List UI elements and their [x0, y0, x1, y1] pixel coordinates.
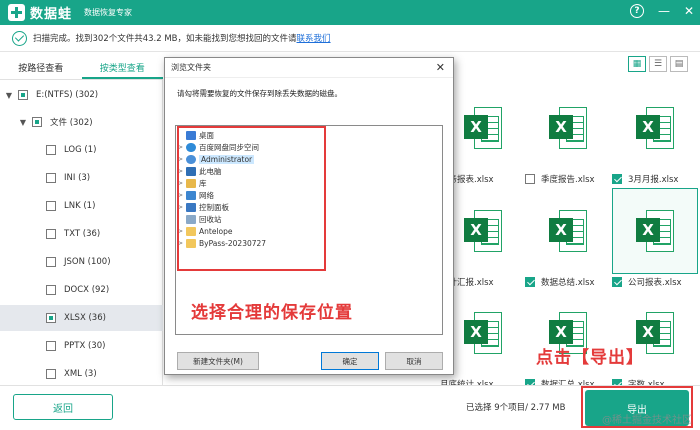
- scan-status-message: 扫描完成。找到302个文件共43.2 MB，如未能找到您想找回的文件请: [33, 34, 297, 44]
- back-button[interactable]: 返回: [13, 394, 113, 420]
- file-item[interactable]: X 3月月报.xlsx: [612, 85, 698, 185]
- tree-item-label: LOG (1): [64, 145, 97, 155]
- file-item[interactable]: X 字数.xlsx: [612, 290, 698, 390]
- file-name: 季度报告.xlsx: [541, 175, 595, 185]
- save-location-hint-annotation: 选择合理的保存位置: [191, 303, 353, 323]
- logo-plus-icon: [8, 4, 25, 21]
- contact-us-link[interactable]: 联系我们: [297, 34, 331, 44]
- tree-checkbox[interactable]: [32, 117, 42, 127]
- tree-checkbox[interactable]: [46, 173, 56, 183]
- tree-checkbox[interactable]: [46, 369, 56, 379]
- excel-file-icon: X: [464, 107, 502, 149]
- tree-item-xlsx[interactable]: XLSX (36): [0, 305, 163, 331]
- watermark: @稀土掘金技术社区: [602, 415, 692, 426]
- tree-item-label: PPTX (30): [64, 341, 106, 351]
- export-hint-annotation: 点击【导出】: [536, 348, 644, 368]
- dialog-description: 请勾将需要恢复的文件保存到除丢失数据的磁盘。: [177, 89, 342, 98]
- file-item[interactable]: X 数据汇总.xlsx: [525, 290, 611, 390]
- tab-by-path[interactable]: 按路径查看: [0, 58, 82, 79]
- dialog-close-icon[interactable]: ✕: [436, 61, 445, 74]
- folder-highlight-frame: [177, 126, 326, 271]
- tree-checkbox[interactable]: [46, 201, 56, 211]
- tree-item-label: INI (3): [64, 173, 91, 183]
- chevron-down-icon[interactable]: ▼: [4, 91, 14, 100]
- minimize-button[interactable]: —: [658, 4, 670, 18]
- grid-view-icon[interactable]: ▦: [628, 56, 646, 72]
- tree-item-label: JSON (100): [64, 257, 111, 267]
- tree-item-lnk[interactable]: LNK (1): [0, 193, 163, 219]
- help-icon[interactable]: ?: [629, 4, 644, 18]
- tree-item-drive[interactable]: ▼ E:(NTFS) (302): [0, 82, 163, 108]
- file-checkbox[interactable]: [525, 174, 535, 184]
- tree-item-docx[interactable]: DOCX (92): [0, 277, 163, 303]
- tree-item-ini[interactable]: INI (3): [0, 165, 163, 191]
- tab-by-type[interactable]: 按类型查看: [81, 58, 163, 79]
- close-button[interactable]: ✕: [684, 4, 694, 18]
- tree-checkbox[interactable]: [46, 341, 56, 351]
- check-circle-icon: [12, 30, 27, 46]
- detail-view-icon[interactable]: ▤: [670, 56, 688, 72]
- tree-item-files[interactable]: ▼ 文件 (302): [0, 109, 163, 135]
- file-item[interactable]: X 公司报表.xlsx: [612, 188, 698, 288]
- tree-item-label: XML (3): [64, 369, 97, 379]
- chevron-down-icon[interactable]: ▼: [18, 118, 28, 127]
- tree-item-label: LNK (1): [64, 201, 96, 211]
- tree-checkbox[interactable]: [46, 145, 56, 155]
- title-bar: 数据蛙 数据恢复专家 ? — ✕: [0, 0, 700, 25]
- tree-checkbox[interactable]: [46, 313, 56, 323]
- tree-item-label: 文件 (302): [50, 118, 93, 128]
- tree-item-log[interactable]: LOG (1): [0, 137, 163, 163]
- excel-file-icon: X: [464, 210, 502, 252]
- file-item[interactable]: X 季度报告.xlsx: [525, 85, 611, 185]
- scan-status-bar: 扫描完成。找到302个文件共43.2 MB，如未能找到您想找回的文件请联系我们: [0, 25, 700, 52]
- excel-file-icon: X: [636, 107, 674, 149]
- app-name: 数据蛙: [30, 7, 73, 22]
- type-tree-sidebar: ▼ E:(NTFS) (302) ▼ 文件 (302) LOG (1) INI …: [0, 80, 163, 385]
- file-name: 3月月报.xlsx: [628, 175, 679, 185]
- ok-button[interactable]: 确定: [321, 352, 379, 370]
- scan-status-text: 扫描完成。找到302个文件共43.2 MB，如未能找到您想找回的文件请联系我们: [33, 32, 331, 44]
- tree-checkbox[interactable]: [46, 257, 56, 267]
- file-thumbnail[interactable]: X: [612, 85, 698, 171]
- file-thumbnail[interactable]: X: [525, 188, 611, 274]
- file-item[interactable]: X 数据总结.xlsx: [525, 188, 611, 288]
- tree-checkbox[interactable]: [46, 285, 56, 295]
- excel-file-icon: X: [549, 107, 587, 149]
- view-tabs: 按路径查看 按类型查看: [0, 58, 163, 80]
- tree-item-label: DOCX (92): [64, 285, 110, 295]
- excel-file-icon: X: [636, 210, 674, 252]
- tree-checkbox[interactable]: [18, 90, 28, 100]
- app-logo: 数据蛙: [8, 3, 72, 22]
- file-name: 数据总结.xlsx: [541, 278, 595, 288]
- file-name: 公司报表.xlsx: [628, 278, 682, 288]
- excel-file-icon: X: [464, 312, 502, 354]
- tree-item-xml[interactable]: XML (3): [0, 361, 163, 387]
- tree-item-json[interactable]: JSON (100): [0, 249, 163, 275]
- app-subtitle: 数据恢复专家: [84, 8, 133, 17]
- cancel-button[interactable]: 取消: [385, 352, 443, 370]
- file-thumbnail[interactable]: X: [525, 85, 611, 171]
- file-checkbox[interactable]: [525, 277, 535, 287]
- tree-item-txt[interactable]: TXT (36): [0, 221, 163, 247]
- file-thumbnail[interactable]: X: [612, 188, 698, 274]
- file-checkbox[interactable]: [612, 174, 622, 184]
- tree-item-label: TXT (36): [64, 229, 101, 239]
- tree-item-label: XLSX (36): [64, 313, 106, 323]
- tree-checkbox[interactable]: [46, 229, 56, 239]
- tree-item-label: E:(NTFS) (302): [36, 90, 99, 100]
- browse-folder-dialog: 浏览文件夹 ✕ 请勾将需要恢复的文件保存到除丢失数据的磁盘。 桌面 > 百度网盘同…: [164, 57, 454, 375]
- view-mode-switch: ▦ ☰ ▤: [628, 56, 688, 72]
- tree-item-pptx[interactable]: PPTX (30): [0, 333, 163, 359]
- file-checkbox[interactable]: [612, 277, 622, 287]
- excel-file-icon: X: [549, 210, 587, 252]
- selection-summary: 已选择 9个项目/ 2.77 MB: [466, 403, 566, 413]
- dialog-title: 浏览文件夹: [165, 58, 453, 78]
- list-view-icon[interactable]: ☰: [649, 56, 667, 72]
- new-folder-button[interactable]: 新建文件夹(M): [177, 352, 259, 370]
